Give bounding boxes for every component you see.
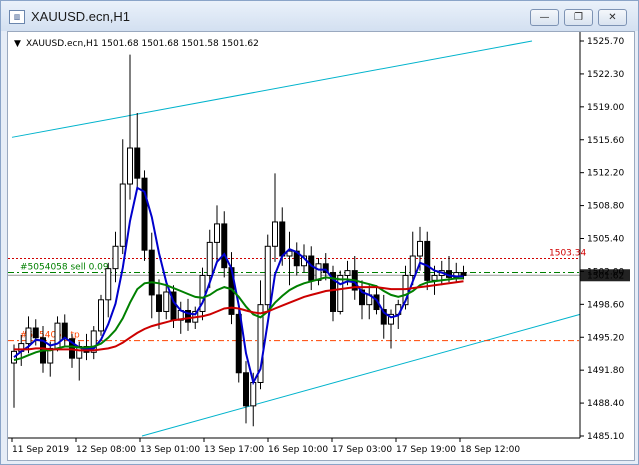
candle-body	[243, 372, 249, 407]
restore-button[interactable]: ❐	[564, 9, 593, 26]
price-tick-label: 1508.80	[587, 202, 624, 212]
price-tick-label: 1519.00	[587, 103, 624, 113]
candle-body	[156, 294, 162, 312]
time-tick-label: 17 Sep 03:00	[332, 445, 392, 455]
time-tick-label: 13 Sep 17:00	[204, 445, 264, 455]
candle-body	[141, 177, 148, 251]
candle-body	[308, 255, 315, 281]
price-tick-label: 1505.40	[587, 235, 624, 245]
candle-body	[206, 241, 213, 276]
candle-body	[250, 381, 257, 407]
candle-body	[424, 240, 431, 281]
candle-body	[460, 272, 467, 276]
candle-body	[417, 240, 423, 257]
time-tick-label: 11 Sep 2019	[12, 445, 69, 455]
candle-body	[272, 221, 278, 247]
close-button[interactable]: ✕	[598, 9, 627, 26]
time-tick-label: 16 Sep 10:00	[268, 445, 328, 455]
candle-body	[315, 263, 322, 281]
time-tick-label: 13 Sep 01:00	[140, 445, 200, 455]
window-titlebar[interactable]: ▥ XAUUSD.ecn,H1 — ❐ ✕	[1, 1, 638, 31]
chart-header-arrow: ▼	[14, 39, 21, 49]
time-tick-label: 17 Sep 19:00	[396, 445, 456, 455]
candle-body	[337, 274, 344, 312]
candle-body	[431, 274, 438, 281]
price-chart[interactable]: 1503.34#5054058 sell 0.09#5054058 tp1501…	[8, 32, 634, 460]
candle-body	[279, 221, 286, 257]
chart-header: XAUUSD.ecn,H1 1501.68 1501.68 1501.58 15…	[26, 39, 259, 49]
chart-frame: 1503.34 #5054058 sell 0.09 #5054058 tp 1501…	[7, 31, 635, 461]
candle-body	[25, 327, 32, 345]
candle-body	[32, 327, 39, 339]
price-tick-label: 1498.60	[587, 300, 624, 310]
candle-body	[119, 183, 126, 247]
price-tick-label: 1491.80	[587, 366, 624, 376]
candle-body	[409, 255, 416, 276]
chart-window: ▥ XAUUSD.ecn,H1 — ❐ ✕ 1503.34 #5054058 se…	[0, 0, 639, 465]
price-tick-label: 1512.20	[587, 169, 624, 179]
time-tick-label: 18 Sep 12:00	[460, 445, 520, 455]
price-tick-label: 1488.40	[587, 399, 624, 409]
candle-body	[134, 147, 141, 179]
price-tick-label: 1495.20	[587, 333, 624, 343]
candle-body	[127, 147, 133, 185]
price-tick-label: 1515.60	[587, 136, 624, 146]
candle-body	[112, 245, 119, 270]
chart-background	[8, 32, 634, 460]
candle-body	[105, 268, 112, 301]
minimize-button[interactable]: —	[530, 9, 559, 26]
order-level-label: #5054058 sell 0.09	[20, 263, 109, 273]
chart-window-icon: ▥	[9, 10, 25, 24]
price-tick-label: 1485.10	[587, 432, 624, 442]
candle-body	[163, 291, 170, 312]
price-tick-label: 1525.70	[587, 37, 624, 47]
candle-body	[98, 299, 104, 332]
time-tick-label: 12 Sep 08:00	[76, 445, 136, 455]
stop-level-label: 1503.34	[549, 249, 586, 259]
price-tick-label: 1502.00	[587, 267, 624, 277]
price-tick-label: 1522.30	[587, 70, 624, 80]
window-title: XAUUSD.ecn,H1	[31, 9, 130, 24]
candle-body	[221, 223, 228, 269]
candle-body	[61, 322, 68, 340]
candle-body	[264, 245, 271, 306]
candle-body	[214, 223, 220, 243]
candle-body	[344, 270, 351, 276]
candle-body	[148, 249, 155, 296]
